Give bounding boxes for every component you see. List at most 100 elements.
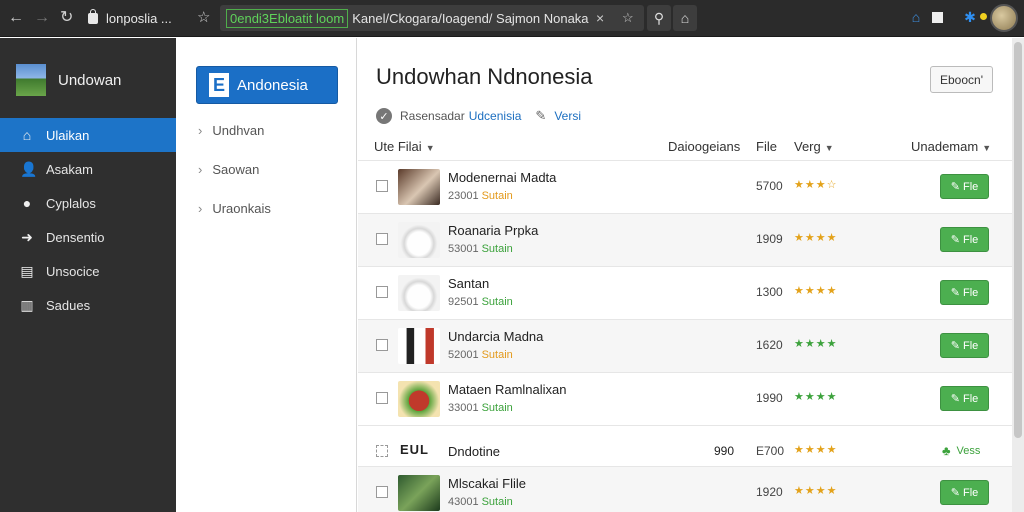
sidebar-item-cyplalos[interactable]: ● Cyplalos bbox=[0, 186, 176, 220]
square-icon[interactable] bbox=[932, 12, 943, 23]
browser-tab[interactable]: lonposlia ... bbox=[88, 6, 200, 30]
vess-link[interactable]: ♣ Vess bbox=[942, 443, 980, 458]
item-sub: 33001 Sutain bbox=[448, 402, 513, 414]
item-name: Undarcia Madna bbox=[448, 329, 544, 344]
home-icon[interactable]: ⌂ bbox=[673, 5, 697, 31]
sidebar: Undowan ⌂ Ulaikan 👤 Asakam ● Cyplalos ➜ … bbox=[0, 38, 176, 512]
item-size: 1300 bbox=[756, 285, 783, 299]
caret-down-icon: ▼ bbox=[824, 143, 834, 153]
sidebar-item-unsocice[interactable]: ▤ Unsocice bbox=[0, 254, 176, 288]
column-header-name[interactable]: Ute Filai ▼ bbox=[374, 139, 435, 154]
sidebar-item-label: Ulaikan bbox=[46, 127, 90, 143]
row-checkbox[interactable] bbox=[376, 392, 388, 404]
subnav-item-saowan[interactable]: › Saowan bbox=[198, 162, 259, 177]
edit-icon: ✎ bbox=[950, 487, 960, 499]
sidebar-item-label: Asakam bbox=[46, 161, 93, 177]
reload-icon[interactable]: ↻ bbox=[60, 8, 73, 28]
vertical-scrollbar[interactable] bbox=[1012, 38, 1024, 512]
eboocn-button[interactable]: Eboocn' bbox=[930, 66, 993, 93]
main-content: Undowhan Ndnonesia Eboocn' ✓ Rasensadar … bbox=[358, 38, 1012, 512]
file-button[interactable]: ✎ Fle bbox=[940, 227, 989, 252]
url-clear-icon[interactable]: × bbox=[596, 10, 604, 26]
table-row[interactable]: Undarcia Madna 52001 Sutain 1620 ★★★★ ✎ Fl… bbox=[358, 319, 1012, 372]
status-text: Sutain bbox=[481, 349, 513, 361]
item-thumbnail bbox=[398, 381, 440, 417]
file-button[interactable]: ✎ Fle bbox=[940, 386, 989, 411]
item-sub: 92501 Sutain bbox=[448, 296, 513, 308]
sidebar-item-sadues[interactable]: ▥ Sadues bbox=[0, 288, 176, 322]
item-thumbnail bbox=[398, 222, 440, 258]
versi-link[interactable]: Versi bbox=[554, 109, 581, 123]
sidebar-item-ulaikan[interactable]: ⌂ Ulaikan bbox=[0, 118, 176, 152]
chevron-right-icon: › bbox=[198, 201, 203, 216]
edit-icon: ✎ bbox=[950, 340, 960, 352]
andonesia-button-label: Andonesia bbox=[237, 76, 308, 94]
home-icon: ⌂ bbox=[22, 127, 32, 143]
item-name: Roanaria Prpka bbox=[448, 223, 539, 238]
subnav-item-undhvan[interactable]: › Undhvan bbox=[198, 123, 264, 138]
sidebar-item-asakam[interactable]: 👤 Asakam bbox=[0, 152, 176, 186]
row-checkbox[interactable] bbox=[376, 233, 388, 245]
meta-line: ✓ Rasensadar Udcenisia ✎ Versi bbox=[376, 108, 581, 124]
address-bar[interactable]: 0endi3Ebloatit loom Kanel/Ckogara/Ioagen… bbox=[220, 5, 644, 31]
table-row[interactable]: Santan 92501 Sutain 1300 ★★★★ ✎ Fle bbox=[358, 266, 1012, 319]
leaf-icon: ♣ bbox=[942, 443, 951, 458]
column-header-verg[interactable]: Verg ▼ bbox=[794, 139, 834, 154]
document-icon: ▤ bbox=[20, 262, 34, 279]
file-button[interactable]: ✎ Fle bbox=[940, 280, 989, 305]
item-size: 1909 bbox=[756, 232, 783, 246]
url-star-icon[interactable]: ☆ bbox=[622, 10, 634, 26]
column-header-action[interactable]: Unademam ▼ bbox=[911, 139, 991, 154]
subnav-item-uraonkais[interactable]: › Uraonkais bbox=[198, 201, 271, 216]
row-checkbox[interactable] bbox=[376, 445, 388, 457]
subnav-item-label: Uraonkais bbox=[212, 201, 271, 216]
column-header-categories[interactable]: Daioogeians bbox=[668, 139, 740, 154]
item-name: Modenernai Madta bbox=[448, 170, 557, 185]
item-count: 990 bbox=[714, 444, 735, 458]
row-checkbox[interactable] bbox=[376, 180, 388, 192]
row-checkbox[interactable] bbox=[376, 286, 388, 298]
file-button[interactable]: ✎ Fle bbox=[940, 480, 989, 505]
user-icon: 👤 bbox=[20, 160, 38, 177]
table-row[interactable]: Mlscakai Flile 43001 Sutain 1920 ★★★★ ✎ Fl… bbox=[358, 466, 1012, 512]
table-row[interactable]: Roanaria Prpka 53001 Sutain 1909 ★★★★ ✎ Fl… bbox=[358, 213, 1012, 266]
edit-icon: ✎ bbox=[950, 234, 960, 246]
item-name: Mataen Ramlnalixan bbox=[448, 382, 567, 397]
notification-dot-icon bbox=[980, 13, 987, 20]
item-sub: 52001 Sutain bbox=[448, 349, 513, 361]
home-shortcut-icon[interactable]: ⌂ bbox=[908, 9, 924, 25]
e-badge-icon: E bbox=[209, 73, 229, 97]
brand[interactable]: Undowan bbox=[16, 64, 121, 96]
edit-icon: ✎ bbox=[950, 181, 960, 193]
column-header-file[interactable]: File bbox=[756, 139, 777, 154]
back-arrow-icon[interactable]: ← bbox=[8, 8, 24, 28]
scrollbar-thumb[interactable] bbox=[1014, 42, 1022, 438]
search-icon[interactable]: ⚲ bbox=[647, 5, 671, 31]
row-checkbox[interactable] bbox=[376, 339, 388, 351]
sidebar-item-densentio[interactable]: ➜ Densentio bbox=[0, 220, 176, 254]
item-thumbnail bbox=[398, 328, 440, 364]
rating-stars: ★★★☆ bbox=[794, 179, 838, 191]
landscape-logo-icon bbox=[16, 64, 46, 96]
forward-arrow-icon[interactable]: → bbox=[34, 8, 50, 28]
avatar[interactable] bbox=[990, 4, 1018, 32]
check-circle-icon: ✓ bbox=[376, 108, 392, 124]
subnav-item-label: Undhvan bbox=[212, 123, 265, 138]
andonesia-button[interactable]: E Andonesia bbox=[196, 66, 338, 104]
item-name: Dndotine bbox=[448, 444, 501, 459]
browser-toolbar: ← → ↻ lonposlia ... ☆ 0endi3Ebloatit loo… bbox=[0, 0, 1024, 37]
file-button[interactable]: ✎ Fle bbox=[940, 174, 989, 199]
lock-icon bbox=[88, 8, 98, 24]
file-button[interactable]: ✎ Fle bbox=[940, 333, 989, 358]
item-sub: 53001 Sutain bbox=[448, 243, 513, 255]
rating-stars: ★★★★ bbox=[794, 444, 838, 456]
gear-icon[interactable]: ✱ bbox=[962, 9, 978, 25]
info-icon: ● bbox=[22, 195, 32, 211]
bookmark-star-icon[interactable]: ☆ bbox=[197, 8, 210, 26]
table-row[interactable]: Mataen Ramlnalixan 33001 Sutain 1990 ★★★★… bbox=[358, 372, 1012, 425]
item-name: Santan bbox=[448, 276, 490, 291]
table-row[interactable]: Modenernai Madta 23001 Sutain 5700 ★★★☆ ✎… bbox=[358, 160, 1012, 213]
meta-link[interactable]: Udcenisia bbox=[469, 109, 522, 123]
item-size: 1990 bbox=[756, 391, 783, 405]
row-checkbox[interactable] bbox=[376, 486, 388, 498]
